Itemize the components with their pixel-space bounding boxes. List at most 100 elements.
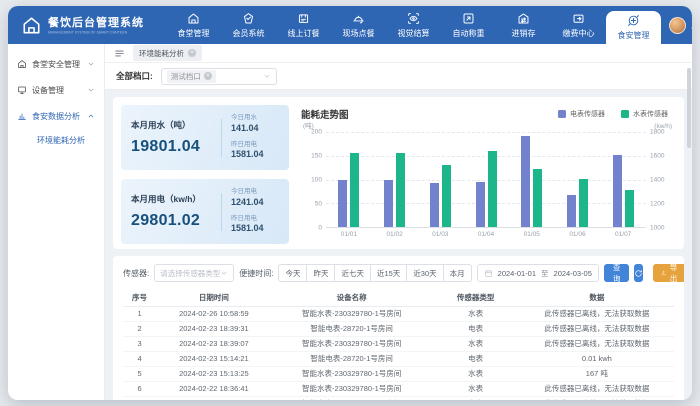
quick-range-buttons: 今天昨天近七天近15天近30天本月 <box>278 264 471 282</box>
topnav-item[interactable]: 进销存 <box>496 6 551 44</box>
bar-水表传感器[interactable] <box>533 169 542 227</box>
inventory-icon <box>517 12 530 25</box>
sidebar: 食堂安全管理设备管理食安数据分析环境能耗分析 <box>8 44 105 400</box>
table-cell: 此传感器已离线，无法获取数据 <box>520 321 674 336</box>
topnav-item[interactable]: 会员系统 <box>221 6 276 44</box>
bar-水表传感器[interactable] <box>579 179 588 227</box>
stall-select[interactable]: 测试档口 × <box>161 68 277 85</box>
topnav-item[interactable]: 现场点餐 <box>331 6 386 44</box>
date-start[interactable]: 2024-01-01 <box>498 269 536 278</box>
table-cell: 电表 <box>432 321 520 336</box>
topnav-item[interactable]: 食堂管理 <box>166 6 221 44</box>
quick-range-button[interactable]: 今天 <box>278 264 307 282</box>
table-cell: 水表 <box>432 336 520 351</box>
today-electricity-value: 1241.04 <box>231 197 279 207</box>
stall-filter-bar: 全部档口: 测试档口 × <box>105 63 692 90</box>
table-cell: 水表 <box>432 381 520 396</box>
sidebar-item-label: 食堂安全管理 <box>32 59 80 70</box>
yesterday-electricity-value: 1581.04 <box>231 223 279 233</box>
app-logo: 餐饮后台管理系统 MANAGEMENT SYSTEM OF SMART CANT… <box>8 6 166 44</box>
quick-range-button[interactable]: 昨天 <box>306 264 335 282</box>
tab-environment-energy[interactable]: 环境能耗分析 × <box>133 45 202 61</box>
table-cell: 水表 <box>432 366 520 381</box>
chart-plot <box>326 132 646 228</box>
bar-group <box>372 132 418 227</box>
legend-item[interactable]: 水表传感器 <box>621 109 668 119</box>
sidebar-item[interactable]: 食安数据分析 <box>8 103 104 129</box>
x-axis-label: 01/02 <box>372 228 418 239</box>
quick-range-button[interactable]: 本月 <box>443 264 472 282</box>
quick-range-button[interactable]: 近七天 <box>334 264 371 282</box>
sensor-filter-label: 传感器: <box>123 268 149 279</box>
table-cell: 7 <box>123 396 156 400</box>
table-cell: 2024-02-22 18:36:41 <box>156 396 272 400</box>
bar-电表传感器[interactable] <box>476 182 485 227</box>
date-range-picker[interactable]: 2024-01-01 至 2024-03-05 <box>477 264 599 282</box>
table-row[interactable]: 32024-02-23 18:39:07智能水表-230329780-1号房间水… <box>123 336 674 351</box>
table-header-row: 序号日期时间设备名称传感器类型数据 <box>123 289 674 306</box>
table-row[interactable]: 22024-02-23 18:39:31智能电表-28720-1号房间电表此传感… <box>123 321 674 336</box>
topnav-item[interactable]: 视觉结算 <box>386 6 441 44</box>
electricity-stat-value: 29801.02 <box>131 212 219 230</box>
tab-list-icon[interactable] <box>114 48 125 59</box>
bar-水表传感器[interactable] <box>350 153 359 227</box>
refresh-button[interactable] <box>634 264 643 282</box>
topnav-item[interactable]: 食安管理 <box>606 11 661 44</box>
sidebar-item[interactable]: 设备管理 <box>8 77 104 103</box>
bar-水表传感器[interactable] <box>396 153 405 227</box>
food-safety-icon <box>627 14 640 27</box>
chevron-down-icon <box>220 269 228 277</box>
tab-close-icon[interactable]: × <box>188 49 196 57</box>
scrollbar[interactable] <box>687 66 691 396</box>
sidebar-subitem[interactable]: 环境能耗分析 <box>8 129 104 151</box>
topnav-item[interactable]: 缴费中心 <box>551 6 606 44</box>
scrollbar-thumb[interactable] <box>687 68 691 148</box>
table-row[interactable]: 52024-02-23 15:13:25智能水表-230329780-1号房间水… <box>123 366 674 381</box>
quick-range-button[interactable]: 近30天 <box>406 264 443 282</box>
tab-label: 环境能耗分析 <box>139 48 184 59</box>
chevron-down-icon <box>87 60 95 68</box>
bar-电表传感器[interactable] <box>521 136 530 227</box>
topnav-item-label: 食堂管理 <box>178 28 210 39</box>
app-window: 餐饮后台管理系统 MANAGEMENT SYSTEM OF SMART CANT… <box>8 6 692 400</box>
export-button[interactable]: 导出 <box>653 264 684 282</box>
topnav-item[interactable]: 线上订餐 <box>276 6 331 44</box>
table-cell: 此传感器已离线，无法获取数据 <box>520 396 674 400</box>
bar-电表传感器[interactable] <box>430 183 439 227</box>
stall-tag-close-icon[interactable]: × <box>204 72 212 80</box>
x-axis: 01/0101/0201/0301/0401/0501/0601/07 <box>326 228 646 239</box>
left-axis-tick: 200 <box>311 129 322 136</box>
bar-电表传感器[interactable] <box>384 180 393 228</box>
left-y-axis: 200150100500 <box>301 132 326 228</box>
bar-水表传感器[interactable] <box>625 190 634 227</box>
quick-time-label: 便捷时间: <box>239 268 273 279</box>
table-row[interactable]: 12024-02-26 10:58:59智能水表-230329780-1号房间水… <box>123 306 674 321</box>
table-cell: 3 <box>123 336 156 351</box>
right-axis-tick: 1800 <box>650 129 664 136</box>
bar-电表传感器[interactable] <box>338 180 347 228</box>
topnav-item-label: 现场点餐 <box>343 28 375 39</box>
bar-电表传感器[interactable] <box>613 155 622 227</box>
bar-水表传感器[interactable] <box>442 165 451 227</box>
avatar[interactable] <box>669 17 686 34</box>
legend-item[interactable]: 电表传感器 <box>558 109 605 119</box>
bar-电表传感器[interactable] <box>567 195 576 227</box>
sensor-type-select[interactable]: 请选择传感器类型 <box>154 264 234 282</box>
table-row[interactable]: 72024-02-22 18:36:41智能水表-230329780-1号房间水… <box>123 396 674 400</box>
bar-水表传感器[interactable] <box>488 151 497 227</box>
search-button[interactable]: 查询 <box>604 264 630 282</box>
table-row[interactable]: 62024-02-22 18:36:41智能水表-230329780-1号房间水… <box>123 381 674 396</box>
table-row[interactable]: 42024-02-23 15:14:21智能电表-28720-1号房间电表0.0… <box>123 351 674 366</box>
table-cell: 水表 <box>432 396 520 400</box>
main-area: 环境能耗分析 × 全部档口: 测试档口 × <box>105 44 692 400</box>
user-area[interactable]: 王茜茜，采购经理 ⋮ <box>661 6 692 44</box>
date-end[interactable]: 2024-03-05 <box>554 269 592 278</box>
onsite-order-icon <box>352 12 365 25</box>
stall-tag: 测试档口 × <box>167 70 216 83</box>
topnav-item-label: 食安管理 <box>618 30 650 41</box>
topnav-item-label: 会员系统 <box>233 28 265 39</box>
sidebar-item[interactable]: 食堂安全管理 <box>8 51 104 77</box>
quick-range-button[interactable]: 近15天 <box>370 264 407 282</box>
topnav-item[interactable]: 自动称重 <box>441 6 496 44</box>
table-header-cell: 设备名称 <box>272 289 432 306</box>
